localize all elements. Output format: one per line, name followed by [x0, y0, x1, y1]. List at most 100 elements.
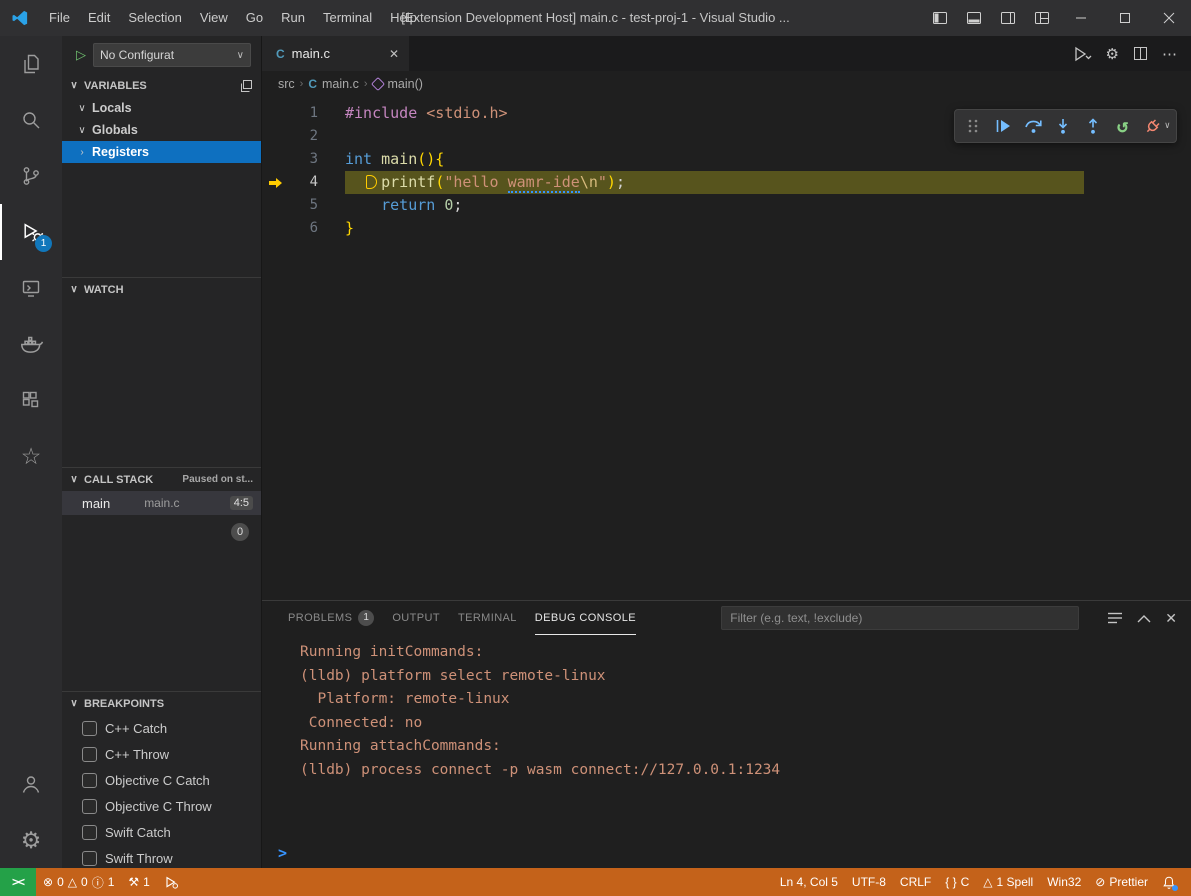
- breadcrumb-folder[interactable]: src: [278, 77, 295, 91]
- step-out-icon[interactable]: [1079, 112, 1107, 140]
- filter-lines-icon[interactable]: [1107, 611, 1123, 625]
- cursor-position[interactable]: Ln 4, Col 5: [773, 868, 845, 896]
- code-line[interactable]: 5 return 0;: [262, 194, 1191, 217]
- extensions-icon[interactable]: [0, 372, 62, 428]
- problems-status[interactable]: ⊗0 △0 ⓘ1: [36, 868, 121, 896]
- toggle-secondary-sidebar-icon[interactable]: [991, 0, 1025, 36]
- variables-row-locals[interactable]: ∨Locals: [62, 97, 261, 119]
- minimize-button[interactable]: [1059, 0, 1103, 36]
- settings-gear-icon[interactable]: ⚙: [0, 812, 62, 868]
- c-language-icon: C: [276, 47, 285, 61]
- code-token: #include: [345, 104, 417, 122]
- code-line[interactable]: 6}: [262, 217, 1191, 240]
- breakpoint-row[interactable]: Objective C Catch: [62, 767, 261, 793]
- eol-indicator[interactable]: CRLF: [893, 868, 938, 896]
- start-debug-icon[interactable]: ▷: [76, 47, 86, 63]
- code-token: ": [598, 173, 607, 191]
- customize-layout-icon[interactable]: [1025, 0, 1059, 36]
- stack-frame-row[interactable]: main main.c 4:5: [62, 491, 261, 515]
- console-filter-input[interactable]: [721, 606, 1079, 630]
- call-stack-header[interactable]: ∨ CALL STACK Paused on st...: [62, 468, 261, 491]
- breakpoints-header[interactable]: ∨ BREAKPOINTS: [62, 692, 261, 715]
- debug-config-dropdown[interactable]: No Configurat ∨: [93, 43, 251, 67]
- code-line[interactable]: 4 printf("hello wamr-ide\n");: [262, 171, 1191, 194]
- code-editor[interactable]: ↺ ∨ 1#include <stdio.h>23int main(){4 pr…: [262, 97, 1191, 600]
- encoding-indicator[interactable]: UTF-8: [845, 868, 893, 896]
- spell-checker-status[interactable]: △1 Spell: [976, 868, 1040, 896]
- panel-tab-terminal[interactable]: TERMINAL: [458, 601, 517, 635]
- chevron-down-icon[interactable]: ∨: [1165, 121, 1170, 131]
- remote-explorer-icon[interactable]: [0, 260, 62, 316]
- code-token: [417, 104, 426, 122]
- console-prompt-icon[interactable]: >: [278, 844, 287, 862]
- maximize-panel-icon[interactable]: [1137, 614, 1151, 623]
- breakpoint-checkbox[interactable]: [82, 747, 97, 762]
- breakpoint-checkbox[interactable]: [82, 851, 97, 866]
- variables-header[interactable]: ∨ VARIABLES: [62, 74, 261, 97]
- step-over-icon[interactable]: [1019, 112, 1047, 140]
- menu-selection[interactable]: Selection: [119, 0, 190, 36]
- restart-icon[interactable]: ↺: [1109, 112, 1137, 140]
- run-or-debug-button[interactable]: [1074, 46, 1092, 62]
- search-icon[interactable]: [0, 92, 62, 148]
- watch-header[interactable]: ∨ WATCH: [62, 278, 261, 301]
- continue-icon[interactable]: [989, 112, 1017, 140]
- collapse-all-icon[interactable]: [239, 79, 253, 93]
- panel-tab-output[interactable]: OUTPUT: [392, 601, 440, 635]
- breakpoint-row[interactable]: C++ Throw: [62, 741, 261, 767]
- menu-terminal[interactable]: Terminal: [314, 0, 381, 36]
- breakpoint-checkbox[interactable]: [82, 825, 97, 840]
- run-and-debug-icon[interactable]: 1: [0, 204, 62, 260]
- code-line[interactable]: 3int main(){: [262, 148, 1191, 171]
- platform-indicator[interactable]: Win32: [1040, 868, 1088, 896]
- breakpoint-row[interactable]: C++ Catch: [62, 715, 261, 741]
- remote-indicator[interactable]: ><: [0, 868, 36, 896]
- variables-row-globals[interactable]: ∨Globals: [62, 119, 261, 141]
- breakpoint-row[interactable]: Swift Catch: [62, 819, 261, 845]
- disconnect-icon[interactable]: [1139, 112, 1167, 140]
- breakpoint-checkbox[interactable]: [82, 721, 97, 736]
- notifications-bell[interactable]: [1155, 868, 1183, 896]
- menu-file[interactable]: File: [40, 0, 79, 36]
- breadcrumb-symbol[interactable]: main(): [388, 77, 423, 91]
- step-into-icon[interactable]: [1049, 112, 1077, 140]
- close-tab-icon[interactable]: ✕: [389, 47, 399, 61]
- toggle-panel-icon[interactable]: [957, 0, 991, 36]
- line-number: 6: [288, 217, 318, 240]
- account-icon[interactable]: [0, 756, 62, 812]
- source-control-icon[interactable]: [0, 148, 62, 204]
- gear-icon[interactable]: ⚙: [1106, 45, 1119, 63]
- tab-main-c[interactable]: C main.c ✕: [262, 36, 410, 71]
- panel-tab-problems[interactable]: PROBLEMS1: [288, 601, 374, 635]
- breakpoint-checkbox[interactable]: [82, 773, 97, 788]
- maximize-button[interactable]: [1103, 0, 1147, 36]
- debug-console-output[interactable]: Running initCommands:(lldb) platform sel…: [262, 635, 1191, 868]
- console-line: Running initCommands:: [300, 641, 1191, 665]
- glyph-margin: [262, 194, 288, 217]
- problems-count-badge: 1: [358, 610, 374, 626]
- docker-icon[interactable]: [0, 316, 62, 372]
- language-mode[interactable]: { }C: [938, 868, 976, 896]
- split-editor-icon[interactable]: [1133, 46, 1148, 61]
- variables-row-registers[interactable]: ›Registers: [62, 141, 261, 163]
- close-button[interactable]: [1147, 0, 1191, 36]
- close-panel-icon[interactable]: ✕: [1165, 610, 1177, 627]
- toggle-sidebar-icon[interactable]: [923, 0, 957, 36]
- breakpoint-row[interactable]: Objective C Throw: [62, 793, 261, 819]
- menu-go[interactable]: Go: [237, 0, 272, 36]
- debug-status-icon[interactable]: [157, 868, 186, 896]
- panel-tab-debug-console[interactable]: DEBUG CONSOLE: [535, 601, 636, 635]
- breadcrumb-file[interactable]: main.c: [322, 77, 359, 91]
- breakpoint-checkbox[interactable]: [82, 799, 97, 814]
- more-actions-icon[interactable]: ⋯: [1162, 45, 1177, 63]
- drag-handle-icon[interactable]: [959, 112, 987, 140]
- breadcrumb: src › C main.c › main(): [262, 71, 1191, 97]
- explorer-icon[interactable]: [0, 36, 62, 92]
- star-view-icon[interactable]: ☆: [0, 428, 62, 484]
- menu-view[interactable]: View: [191, 0, 237, 36]
- breakpoint-row[interactable]: Swift Throw: [62, 845, 261, 868]
- formatter-status[interactable]: ⊘Prettier: [1088, 868, 1155, 896]
- menu-edit[interactable]: Edit: [79, 0, 119, 36]
- menu-run[interactable]: Run: [272, 0, 314, 36]
- tools-status[interactable]: ⚒1: [121, 868, 156, 896]
